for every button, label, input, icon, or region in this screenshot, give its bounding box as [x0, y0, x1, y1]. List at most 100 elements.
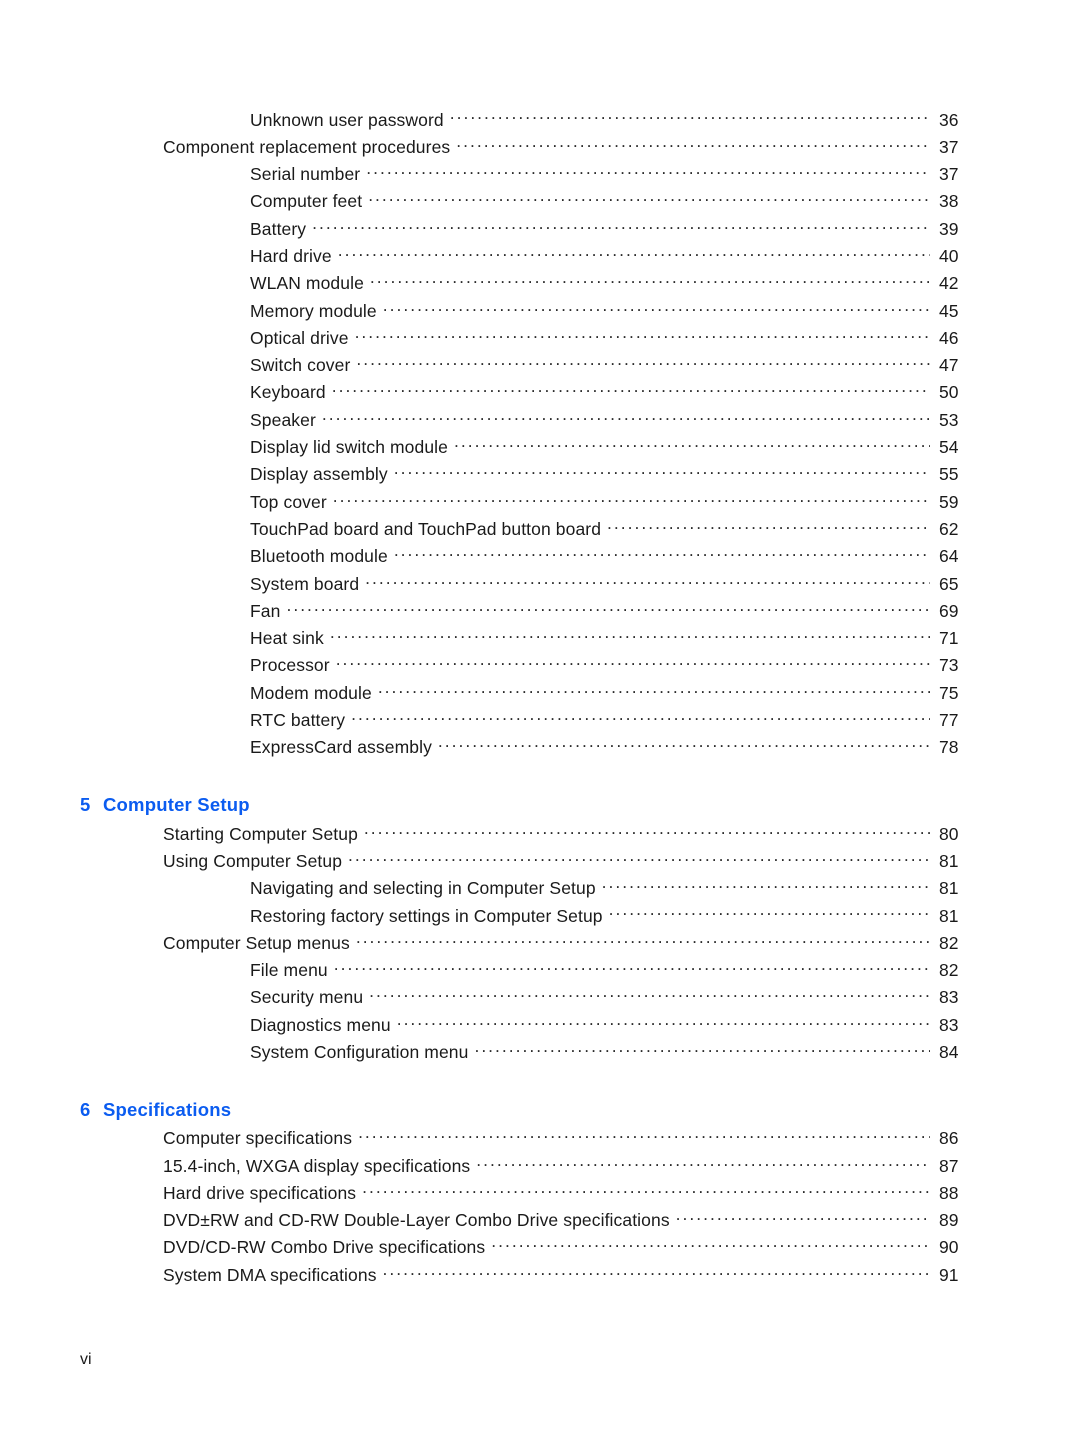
chapter-title: Specifications [103, 1098, 232, 1120]
toc-entry-page-number: 71 [939, 628, 959, 649]
toc-entry-page-number: 82 [939, 960, 959, 981]
toc-entry-title: Hard drive specifications [163, 1182, 357, 1203]
dot-leader [330, 627, 930, 645]
toc-entry[interactable]: Starting Computer Setup 80 [0, 822, 1080, 849]
toc-entry[interactable]: Optical drive 46 [0, 326, 1080, 353]
toc-entry-title: Computer specifications [163, 1128, 353, 1149]
toc-entry[interactable]: Hard drive 40 [0, 244, 1080, 271]
dot-leader [351, 709, 930, 727]
toc-entry-page-number: 84 [939, 1042, 959, 1062]
toc-entry[interactable]: Keyboard 50 [0, 381, 1080, 408]
toc-entry-page-number: 81 [939, 905, 959, 926]
toc-entry[interactable]: Using Computer Setup 81 [0, 849, 1080, 876]
dot-leader [676, 1209, 930, 1227]
toc-entry-title: DVD/CD-RW Combo Drive specifications [163, 1237, 486, 1258]
dot-leader [322, 408, 930, 426]
toc-entry-title: Heat sink [250, 628, 324, 649]
toc-entry[interactable]: Computer feet 38 [0, 190, 1080, 217]
dot-leader [607, 517, 930, 535]
toc-entry[interactable]: Hard drive specifications 88 [0, 1181, 1080, 1208]
dot-leader [355, 326, 930, 344]
dot-leader [365, 572, 930, 590]
toc-entry-page-number: 83 [939, 1014, 959, 1035]
toc-entry[interactable]: Computer specifications 86 [0, 1127, 1080, 1154]
toc-entry-title: File menu [250, 960, 328, 981]
chapter-number: 6 [80, 1098, 91, 1120]
toc-entry[interactable]: DVD/CD-RW Combo Drive specifications 90 [0, 1236, 1080, 1263]
dot-leader [454, 436, 930, 454]
toc-entry-page-number: 42 [939, 273, 959, 294]
toc-entry[interactable]: Fan 69 [0, 599, 1080, 626]
toc-entry-page-number: 37 [939, 136, 959, 157]
toc-entry[interactable]: WLAN module 42 [0, 272, 1080, 299]
dot-leader [394, 545, 930, 563]
toc-entry[interactable]: 15.4-inch, WXGA display specifications 87 [0, 1154, 1080, 1181]
toc-entry-page-number: 81 [939, 850, 959, 871]
toc-entry-title: Bluetooth module [250, 546, 388, 567]
toc-entry[interactable]: Heat sink 71 [0, 627, 1080, 654]
toc-entry-page-number: 40 [939, 245, 959, 266]
toc-entry-page-number: 62 [939, 518, 959, 539]
toc-entry-title: Component replacement procedures [163, 136, 451, 157]
dot-leader [366, 163, 930, 181]
toc-entry-title: Using Computer Setup [163, 850, 343, 871]
toc-entry-page-number: 47 [939, 355, 959, 376]
toc-entry-title: Diagnostics menu [250, 1014, 391, 1035]
toc-entry-title: ExpressCard assembly [250, 737, 432, 758]
toc-entry[interactable]: Modem module 75 [0, 681, 1080, 708]
toc-entry[interactable]: Serial number 37 [0, 163, 1080, 190]
dot-leader [286, 599, 930, 617]
table-of-contents: Unknown user password 36 Component replace… [0, 108, 1080, 1291]
chapter-number: 5 [80, 794, 91, 816]
toc-entry-page-number: 83 [939, 987, 959, 1008]
toc-entry[interactable]: RTC battery 77 [0, 709, 1080, 736]
toc-entry[interactable]: File menu 82 [0, 959, 1080, 986]
toc-entry[interactable]: System DMA specifications 91 [0, 1263, 1080, 1290]
toc-entry[interactable]: Switch cover 47 [0, 354, 1080, 381]
toc-entry[interactable]: Component replacement procedures 37 [0, 135, 1080, 162]
toc-entry[interactable]: System board 65 [0, 572, 1080, 599]
toc-entry-page-number: 73 [939, 655, 959, 676]
toc-entry-page-number: 37 [939, 164, 959, 185]
dot-leader [356, 354, 930, 372]
toc-entry-title: Display lid switch module [250, 437, 448, 458]
toc-entry[interactable]: System Configuration menu 84 [0, 1041, 1080, 1068]
toc-entry[interactable]: Computer Setup menus 82 [0, 931, 1080, 958]
toc-entry[interactable]: Battery 39 [0, 217, 1080, 244]
toc-entry[interactable]: Navigating and selecting in Computer Set… [0, 877, 1080, 904]
dot-leader [456, 135, 930, 153]
toc-entry[interactable]: Display lid switch module 54 [0, 436, 1080, 463]
toc-entry[interactable]: Processor 73 [0, 654, 1080, 681]
toc-entry[interactable]: Diagnostics menu 83 [0, 1013, 1080, 1040]
toc-entry[interactable]: Security menu 83 [0, 986, 1080, 1013]
toc-entry-title: WLAN module [250, 273, 364, 294]
toc-entry-title: Navigating and selecting in Computer Set… [250, 878, 596, 899]
toc-entry[interactable]: Restoring factory settings in Computer S… [0, 904, 1080, 931]
toc-entry[interactable]: Bluetooth module 64 [0, 545, 1080, 572]
toc-entry[interactable]: DVD±RW and CD-RW Double-Layer Combo Driv… [0, 1209, 1080, 1236]
dot-leader [364, 822, 930, 840]
toc-entry[interactable]: ExpressCard assembly 78 [0, 736, 1080, 763]
toc-entry[interactable]: Speaker 53 [0, 408, 1080, 435]
toc-entry[interactable]: Top cover 59 [0, 490, 1080, 517]
chapter-heading[interactable]: 6 Specifications [0, 1099, 1080, 1126]
dot-leader [378, 681, 930, 699]
toc-entry-title: Starting Computer Setup [163, 823, 358, 844]
toc-entry-title: Processor [250, 655, 330, 676]
toc-entry-page-number: 39 [939, 218, 959, 239]
dot-leader [383, 299, 930, 317]
toc-entry-page-number: 86 [939, 1128, 959, 1149]
dot-leader [358, 1127, 930, 1145]
dot-leader [438, 736, 930, 754]
toc-entry-title: Hard drive [250, 245, 332, 266]
dot-leader [370, 272, 930, 290]
toc-entry-page-number: 75 [939, 682, 959, 703]
chapter-heading[interactable]: 5 Computer Setup [0, 794, 1080, 821]
toc-entry[interactable]: Display assembly 55 [0, 463, 1080, 490]
toc-entry[interactable]: Unknown user password 36 [0, 108, 1080, 135]
toc-entry-page-number: 81 [939, 878, 959, 899]
toc-entry[interactable]: Memory module 45 [0, 299, 1080, 326]
dot-leader [348, 849, 930, 867]
toc-entry[interactable]: TouchPad board and TouchPad button board… [0, 517, 1080, 544]
